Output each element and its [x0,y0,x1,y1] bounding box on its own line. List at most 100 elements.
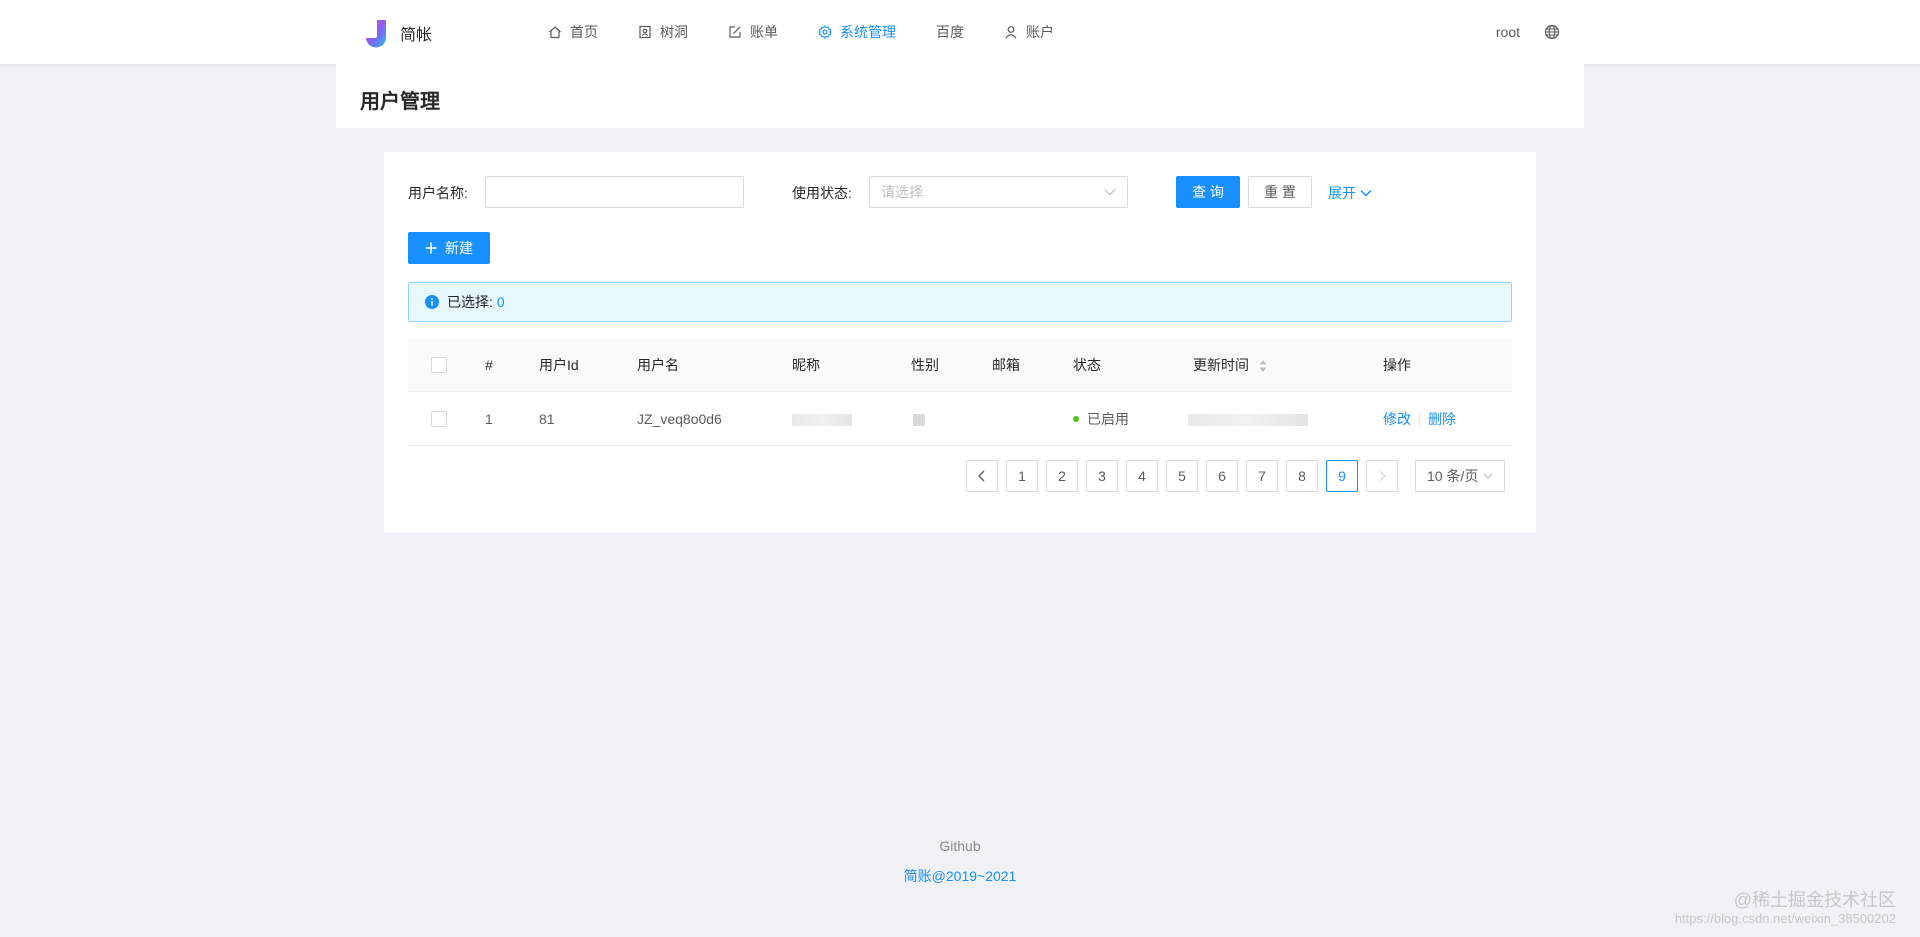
edit-icon [729,26,741,38]
status-dot [1073,416,1079,423]
page-button-3[interactable]: 3 [1086,460,1118,492]
row-checkbox[interactable] [431,411,447,427]
edit-link[interactable]: 修改 [1383,411,1411,427]
nav-item-account[interactable]: 账户 [984,0,1074,64]
copyright[interactable]: 简账@2019~2021 [0,866,1920,886]
column-header-nickname: 昵称 [792,357,820,373]
nav-item-home[interactable]: 首页 [528,0,618,64]
brand-logo[interactable]: 简帐 [360,18,432,48]
main-nav: 首页 树洞 账单 系统管理 百度 账户 [528,0,1074,66]
delete-link[interactable]: 删除 [1428,411,1456,427]
github-link[interactable]: Github [0,838,1920,854]
current-user[interactable]: root [1496,24,1520,40]
nav-item-label: 账户 [1026,24,1054,40]
nav-item-label: 首页 [570,24,598,40]
column-header-gender: 性别 [911,357,939,373]
row-username: JZ_veq8o0d6 [637,411,722,427]
row-gender [913,392,925,446]
redacted-nickname [792,414,852,427]
nav-item-label: 树洞 [660,24,688,40]
contacts-icon [639,25,651,39]
info-circle-icon [425,295,439,309]
setting-icon [818,25,832,39]
next-page-button[interactable] [1366,460,1398,492]
page-button-1[interactable]: 1 [1006,460,1038,492]
page-button-7[interactable]: 7 [1246,460,1278,492]
page-button-2[interactable]: 2 [1046,460,1078,492]
page-size-value: 10 条/页 [1427,468,1479,484]
top-header: 简帐 首页 树洞 账单 系统管理 百度 账户 root [0,0,1920,66]
watermark: @稀土掘金技术社区 https://blog.csdn.net/weixin_3… [1675,890,1896,927]
logo-icon [366,20,387,48]
prev-page-button[interactable] [966,460,998,492]
chevron-down-icon [1104,189,1116,196]
nav-item-baidu[interactable]: 百度 [916,0,984,64]
status-select[interactable]: 请选择 [869,176,1128,208]
page-button-8[interactable]: 8 [1286,460,1318,492]
sort-icon [1259,360,1267,373]
page-button-5[interactable]: 5 [1166,460,1198,492]
chevron-left-icon [978,470,985,482]
header-inner: 简帐 首页 树洞 账单 系统管理 百度 账户 root [336,0,1584,66]
action-divider [1419,413,1420,428]
user-icon [1005,26,1017,39]
nav-item-treehole[interactable]: 树洞 [618,0,708,64]
query-button[interactable]: 查 询 [1176,176,1240,208]
nav-item-label: 系统管理 [840,24,896,40]
row-actions: 修改 删除 [1383,392,1456,446]
user-table: # 用户Id 用户名 昵称 性别 邮箱 状态 更新时间 操作 1 81 JZ_v… [408,338,1512,446]
page-size-select[interactable]: 10 条/页 [1415,460,1505,492]
column-header-index: # [485,357,493,373]
row-nickname [792,392,852,446]
nav-item-system-management[interactable]: 系统管理 [798,0,916,66]
selection-count: 0 [496,294,505,310]
nav-item-label: 账单 [750,24,778,40]
nav-item-label: 百度 [936,24,964,40]
page-button-4[interactable]: 4 [1126,460,1158,492]
brand-name: 简帐 [400,27,433,44]
column-header-username: 用户名 [637,357,679,373]
new-button-label: 新建 [445,240,473,256]
column-header-label: 更新时间 [1193,357,1249,373]
status-text: 已启用 [1087,411,1129,427]
search-form: 用户名称: 使用状态: 请选择 查 询 重 置 展开 [408,176,1512,208]
footer: Github 简账@2019~2021 [0,838,1920,886]
watermark-line-2: https://blog.csdn.net/weixin_38500202 [1674,911,1896,927]
home-icon [549,26,561,39]
column-header-updated-time[interactable]: 更新时间 [1193,338,1267,392]
status-label: 使用状态: [792,185,852,201]
page-button-9[interactable]: 9 [1326,460,1358,492]
nav-item-bills[interactable]: 账单 [708,0,798,64]
column-header-email: 邮箱 [992,357,1020,373]
redacted-gender [913,414,925,427]
column-header-user-id: 用户Id [539,357,579,373]
username-label: 用户名称: [408,185,468,201]
username-input[interactable] [485,176,744,208]
chevron-right-icon [1379,470,1386,482]
plus-icon [425,242,437,254]
select-all-checkbox[interactable] [431,357,447,373]
selection-alert: 已选择: 0 [408,282,1512,322]
expand-label: 展开 [1328,185,1356,201]
new-button[interactable]: 新建 [408,232,490,264]
page-header: 用户管理 [336,64,1584,128]
column-header-actions: 操作 [1383,357,1411,373]
page-button-6[interactable]: 6 [1206,460,1238,492]
row-index: 1 [485,411,493,427]
redacted-updated-time [1188,414,1308,427]
row-updated-time [1188,392,1308,446]
column-header-status: 状态 [1073,357,1101,373]
globe-icon[interactable] [1544,24,1560,40]
watermark-line-1: @稀土掘金技术社区 [1733,889,1896,910]
header-right: root [1496,0,1560,64]
expand-toggle[interactable]: 展开 [1328,183,1372,203]
reset-button[interactable]: 重 置 [1248,176,1312,208]
row-user-id: 81 [539,411,555,427]
row-status: 已启用 [1073,392,1129,446]
table-row: 1 81 JZ_veq8o0d6 已启用 修改 删除 [408,392,1512,446]
selection-label: 已选择: [447,294,493,310]
pagination: 1 2 3 4 5 6 7 8 9 10 条/页 [384,460,1536,492]
table-header: # 用户Id 用户名 昵称 性别 邮箱 状态 更新时间 操作 [408,338,1512,392]
chevron-down-icon [1483,473,1493,479]
chevron-down-icon [1360,190,1372,197]
